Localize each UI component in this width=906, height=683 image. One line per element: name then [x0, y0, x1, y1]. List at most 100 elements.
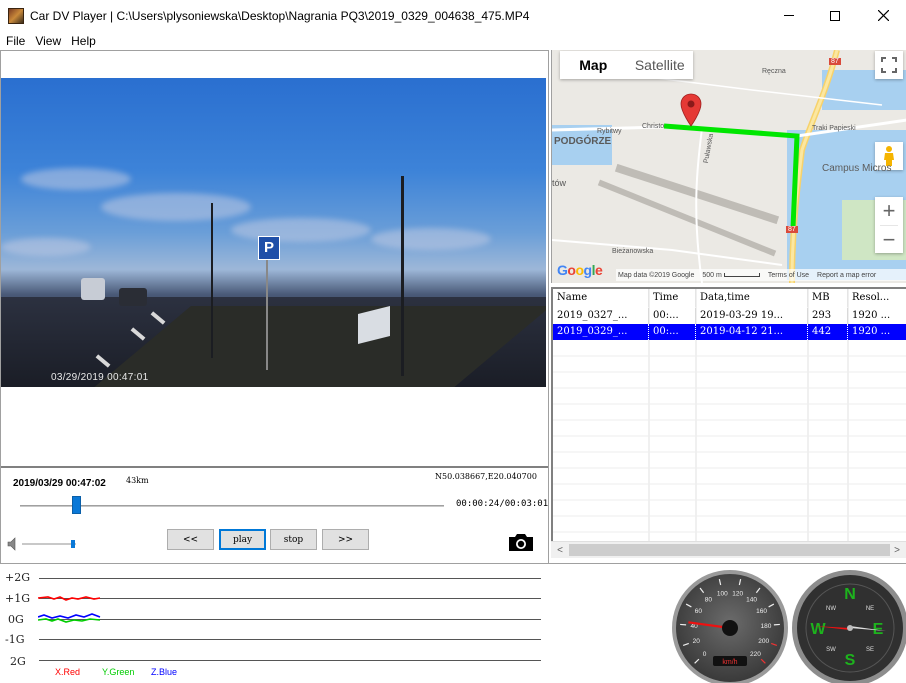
zoom-in-button[interactable]: + — [875, 197, 903, 225]
map-label-street: Bieżanowska — [612, 248, 654, 255]
cell-datetime: 2019-03-29 19... — [696, 308, 808, 324]
car — [81, 278, 105, 300]
speed-tick-label: 80 — [705, 597, 713, 604]
map-view[interactable]: Map Satellite + − PODGÓRZE Campus Micros… — [551, 50, 906, 283]
maximize-button[interactable] — [812, 0, 858, 31]
menu-bar: File View Help — [0, 31, 906, 50]
volume-icon[interactable] — [7, 537, 19, 551]
cell-size: 293 — [808, 308, 848, 324]
table-row[interactable]: 2019_0327_... 00:... 2019-03-29 19... 29… — [553, 308, 906, 324]
cell-name: 2019_0329_... — [553, 324, 649, 340]
map-footer: Map data ©2019 Google 500 m Terms of Use… — [616, 269, 906, 281]
column-datetime[interactable]: Data,time — [696, 289, 808, 307]
cell-resolution: 1920 ... — [848, 324, 906, 340]
app-icon — [8, 7, 24, 24]
compass-w: W — [810, 621, 826, 638]
map-pin-icon[interactable] — [680, 93, 702, 127]
volume-slider[interactable] — [22, 543, 76, 545]
g-sensor-traces — [38, 596, 101, 623]
minimize-icon — [784, 15, 794, 16]
cell-time: 00:... — [649, 324, 696, 340]
report-link[interactable]: Report a map error — [817, 272, 876, 279]
cell-datetime: 2019-04-12 21... — [696, 324, 808, 340]
column-size[interactable]: MB — [808, 289, 848, 307]
tab-map[interactable]: Map — [560, 51, 627, 79]
g-gridline — [39, 619, 541, 620]
cell-name: 2019_0327_... — [553, 308, 649, 324]
tab-satellite[interactable]: Satellite — [627, 51, 694, 79]
sign-pole — [266, 260, 268, 370]
terms-link[interactable]: Terms of Use — [768, 272, 809, 279]
speed-tick-label: 0 — [703, 651, 707, 658]
g-gridline — [39, 660, 541, 661]
gps-coordinates: N50.038667,E20.040700 — [435, 472, 537, 481]
zoom-controls: + − — [875, 197, 903, 253]
road-shield: 87 — [786, 226, 798, 233]
speedometer: 020406080100 120140160180200220 km/h — [672, 570, 788, 683]
speed-tick-label: 120 — [732, 590, 743, 597]
compass-s: S — [845, 652, 856, 669]
speed-tick-label: 220 — [750, 651, 761, 658]
divider — [0, 563, 906, 564]
table-row-selected[interactable]: 2019_0329_... 00:... 2019-04-12 21... 44… — [553, 324, 906, 340]
sky-cloud — [1, 238, 91, 256]
compass-ne: NE — [866, 606, 874, 612]
speed-tick-label: 140 — [746, 597, 757, 604]
close-button[interactable] — [860, 0, 906, 31]
g-gridline — [39, 598, 541, 599]
speed-unit: km/h — [722, 659, 737, 666]
speed-readout: 43km — [126, 476, 149, 485]
seek-handle[interactable] — [72, 496, 82, 514]
legend-y: Y.Green — [102, 667, 135, 677]
minimize-button[interactable] — [766, 0, 812, 31]
seek-bar[interactable] — [20, 505, 444, 507]
compass-n: N — [844, 586, 856, 603]
window-title: Car DV Player | C:\Users\plysoniewska\De… — [30, 8, 530, 23]
title-bar: Car DV Player | C:\Users\plysoniewska\De… — [0, 0, 906, 31]
compass: N E S W NE NW SE SW — [792, 570, 906, 683]
speed-tick-label: 20 — [693, 638, 701, 645]
camera-icon[interactable] — [507, 531, 535, 553]
speed-tick-label: 200 — [758, 638, 769, 645]
map-label-street: Traki Papieski — [812, 125, 856, 132]
g-label: -1G — [5, 633, 25, 646]
road-shield: 87 — [829, 58, 841, 65]
speed-tick-label: 100 — [717, 590, 728, 597]
menu-file[interactable]: File — [6, 34, 25, 48]
rewind-button[interactable]: << — [167, 529, 214, 550]
forward-button[interactable]: >> — [322, 529, 369, 550]
map-label-street: Christo — [642, 123, 665, 130]
menu-help[interactable]: Help — [71, 34, 96, 48]
scroll-thumb[interactable] — [569, 544, 890, 556]
map-label-place: tów — [552, 178, 567, 188]
stop-button[interactable]: stop — [270, 529, 317, 550]
speed-tick-label: 60 — [695, 608, 703, 615]
parking-sign: P — [258, 236, 280, 260]
sky-cloud — [21, 168, 131, 190]
scroll-right-icon[interactable]: > — [890, 543, 904, 557]
horizontal-scrollbar[interactable]: < > — [551, 541, 906, 558]
column-time[interactable]: Time — [649, 289, 696, 307]
fullscreen-icon — [881, 57, 897, 73]
column-name[interactable]: Name — [553, 289, 649, 307]
play-button[interactable]: play — [219, 529, 266, 550]
cell-resolution: 1920 ... — [848, 308, 906, 324]
close-icon — [877, 10, 889, 21]
cell-size: 442 — [808, 324, 848, 340]
zoom-out-button[interactable]: − — [875, 226, 903, 253]
volume-handle[interactable] — [71, 540, 76, 548]
sky-cloud — [231, 218, 371, 242]
recording-datetime: 2019/03/29 00:47:02 — [13, 478, 106, 489]
divider — [1, 466, 548, 468]
fullscreen-button[interactable] — [875, 51, 903, 79]
g-label: +1G — [5, 592, 31, 605]
map-label-district: PODGÓRZE — [554, 136, 612, 147]
video-view[interactable]: P 03/29/2019 00:47:01 — [1, 78, 546, 387]
speed-tick-label: 180 — [760, 623, 771, 630]
playback-time: 00:00:24/00:03:01 — [456, 499, 549, 509]
column-resolution[interactable]: Resol... — [848, 289, 906, 307]
scroll-left-icon[interactable]: < — [553, 543, 567, 557]
car — [119, 288, 147, 306]
map-data-credit: Map data ©2019 Google — [618, 271, 695, 279]
menu-view[interactable]: View — [35, 34, 61, 48]
